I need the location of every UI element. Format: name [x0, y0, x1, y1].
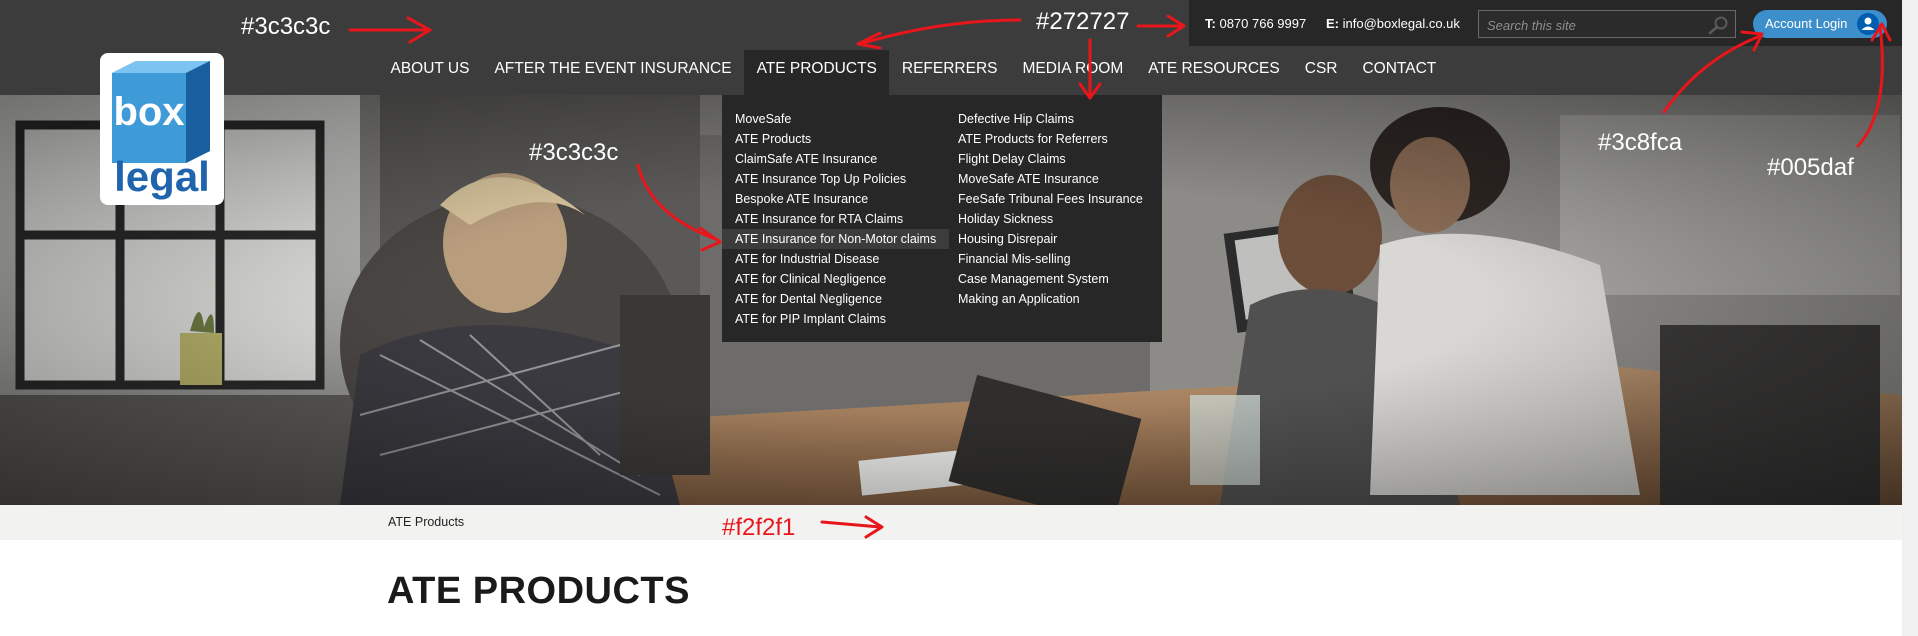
- arrow-login-button: [1662, 34, 1762, 114]
- annotation-breadcrumb-color: #f2f2f1: [722, 514, 796, 541]
- annotation-dark-color: #272727: [1036, 8, 1130, 35]
- arrow-active-nav: [858, 18, 1022, 46]
- arrow-highlight-item: [636, 163, 720, 242]
- arrow-login-icon: [1856, 24, 1884, 148]
- annotation-login-color: #3c8fca: [1598, 129, 1683, 156]
- annotation-arrows: [348, 14, 1892, 539]
- arrow-breadcrumb-bg: [820, 520, 882, 529]
- annotation-highlight-color: #3c3c3c: [529, 139, 619, 166]
- annotation-header-color: #3c3c3c: [241, 13, 331, 40]
- annotation-login-icon-color: #005daf: [1767, 154, 1854, 181]
